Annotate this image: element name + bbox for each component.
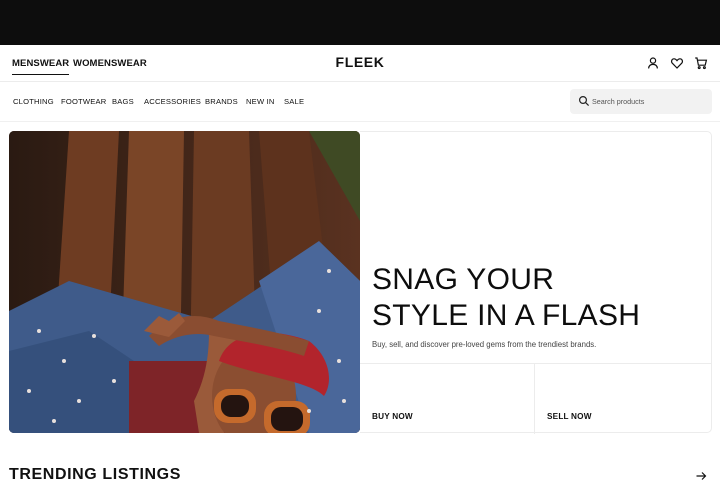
hero-subtext: Buy, sell, and discover pre-loved gems f… (372, 340, 597, 349)
hero-panel: SNAG YOUR STYLE IN A FLASH Buy, sell, an… (360, 131, 712, 434)
headline-line-2: STYLE IN A FLASH (372, 299, 641, 332)
search-icon (578, 95, 590, 107)
trending-title: TRENDING LISTINGS (9, 466, 181, 480)
sell-now-button[interactable]: SELL NOW (535, 364, 711, 434)
top-bar (0, 0, 720, 45)
site-header: MENSWEAR WOMENSWEAR FLEEK (0, 45, 720, 82)
logo[interactable]: FLEEK (0, 54, 720, 70)
user-icon[interactable] (646, 56, 660, 70)
nav-accessories[interactable]: ACCESSORIES (144, 97, 201, 106)
arrow-right-icon[interactable] (695, 470, 707, 480)
hero-headline: SNAG YOUR STYLE IN A FLASH (372, 262, 702, 334)
cart-icon[interactable] (694, 56, 708, 70)
nav-sale[interactable]: SALE (284, 97, 304, 106)
nav-new-in[interactable]: NEW IN (246, 97, 275, 106)
nav-footwear[interactable]: FOOTWEAR (61, 97, 106, 106)
hero-photo (9, 131, 360, 433)
search-box[interactable] (570, 89, 712, 114)
cta-row: BUY NOW SELL NOW (360, 363, 711, 434)
hero-image (9, 131, 360, 433)
nav-brands[interactable]: BRANDS (205, 97, 238, 106)
search-input[interactable] (592, 93, 706, 110)
category-nav: CLOTHING FOOTWEAR BAGS ACCESSORIES BRAND… (0, 82, 720, 122)
buy-now-label: BUY NOW (372, 412, 413, 421)
buy-now-button[interactable]: BUY NOW (360, 364, 535, 434)
sell-now-label: SELL NOW (547, 412, 592, 421)
nav-bags[interactable]: BAGS (112, 97, 134, 106)
headline-line-1: SNAG YOUR (372, 263, 555, 296)
heart-icon[interactable] (670, 56, 684, 70)
nav-clothing[interactable]: CLOTHING (13, 97, 54, 106)
